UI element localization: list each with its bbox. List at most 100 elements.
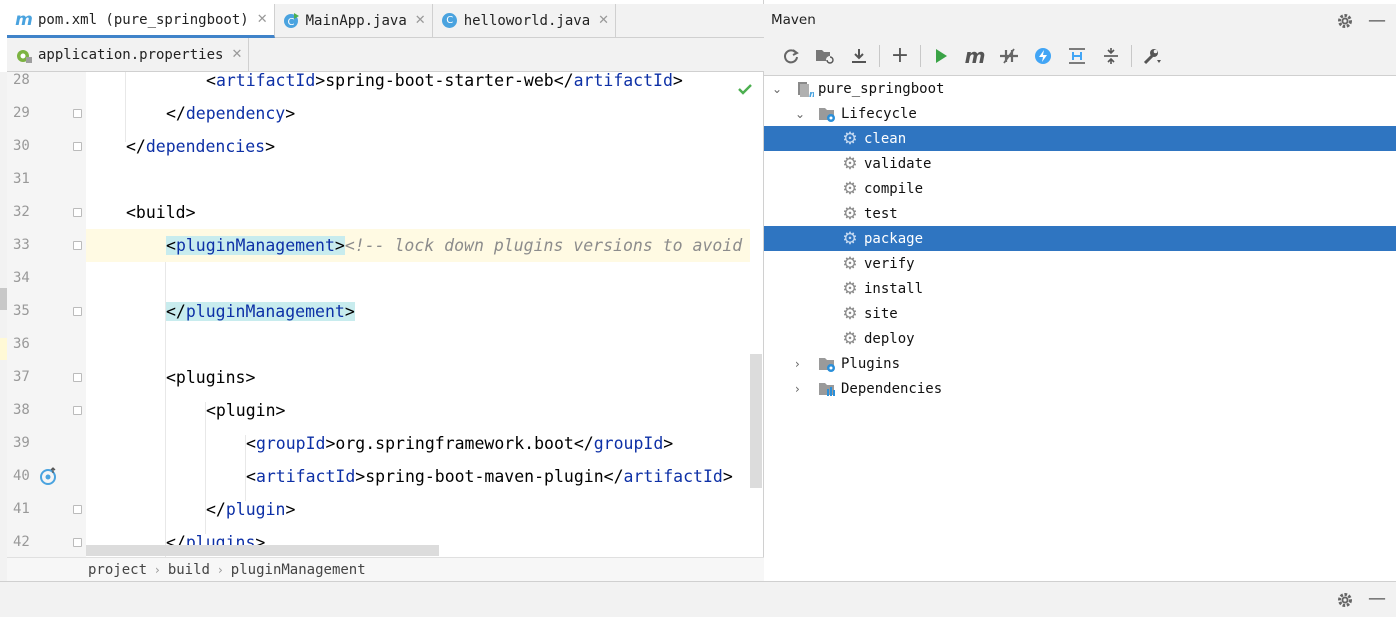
vertical-scrollbar[interactable] [750,354,762,488]
tab-helloworld-java[interactable]: C helloworld.java ✕ [433,4,617,37]
fold-marker-icon[interactable] [73,142,82,151]
scroll-marker [0,288,7,310]
tree-node-plugins[interactable]: › Plugins [764,351,1396,376]
java-class-run-icon: C [283,12,301,30]
code-line-33: <pluginManagement><!-- lock down plugins… [86,229,750,262]
minimize-icon[interactable]: — [1368,588,1386,609]
breadcrumb-item-project[interactable]: project [88,562,147,578]
collapse-all-icon[interactable] [1094,41,1128,71]
gear-icon: ⚙ [842,203,858,224]
breadcrumb-item-build[interactable]: build [168,562,210,578]
add-folder-icon[interactable] [808,41,842,71]
code-editor[interactable]: <artifactId>spring-boot-starter-web</art… [86,72,750,557]
chevron-down-icon[interactable]: ⌄ [795,107,805,121]
tree-node-phase-test[interactable]: ⚙ test [764,201,1396,226]
svg-text:C: C [288,17,295,28]
lifecycle-folder-icon [818,105,836,123]
chevron-down-icon[interactable]: ⌄ [772,82,782,96]
line-number: 41 [13,501,30,517]
code-line-38: <plugin> [206,401,286,420]
minimize-icon[interactable]: — [1368,10,1386,31]
line-number: 30 [13,138,30,154]
tree-node-phase-deploy[interactable]: ⚙ deploy [764,326,1396,351]
tree-node-project[interactable]: ⌄ m pure_springboot [764,76,1396,101]
dependencies-folder-icon [818,380,836,398]
svg-text:m: m [809,90,814,98]
code-line-39: <groupId>org.springframework.boot</group… [246,434,674,453]
line-number: 42 [13,534,30,550]
fold-marker-icon[interactable] [73,373,82,382]
toolbar-separator [920,44,921,67]
fold-marker-icon[interactable] [73,109,82,118]
tree-label: install [864,280,924,297]
gear-icon[interactable] [1336,591,1354,613]
breadcrumb: project › build › pluginManagement [7,557,764,581]
tree-node-phase-site[interactable]: ⚙ site [764,301,1396,326]
tree-node-dependencies[interactable]: › Dependencies [764,376,1396,401]
tree-node-phase-install[interactable]: ⚙ install [764,276,1396,301]
toolbar-separator [879,44,880,67]
gear-icon: ⚙ [842,228,858,249]
skip-tests-icon[interactable] [1026,41,1060,71]
tree-label: test [864,205,898,222]
tab-mainapp-java[interactable]: C MainApp.java ✕ [275,4,433,37]
show-dependencies-icon[interactable] [1060,41,1094,71]
fold-marker-icon[interactable] [73,406,82,415]
line-number: 35 [13,303,30,319]
tree-node-phase-clean[interactable]: ⚙ clean [764,126,1396,151]
fold-marker-icon[interactable] [73,208,82,217]
chevron-right-icon: › [155,562,160,577]
tree-label: clean [864,130,907,147]
tree-node-phase-compile[interactable]: ⚙ compile [764,176,1396,201]
chevron-right-icon[interactable]: › [795,357,800,371]
tree-label: site [864,305,898,322]
plugins-folder-icon [818,355,836,373]
line-number: 28 [13,72,30,88]
tree-node-phase-verify[interactable]: ⚙ verify [764,251,1396,276]
code-line-35: </pluginManagement> [166,302,355,321]
fold-marker-icon[interactable] [73,538,82,547]
fold-marker-icon[interactable] [73,241,82,250]
editor-tab-row: m pom.xml (pure_springboot) ✕ C MainApp.… [7,4,764,38]
toggle-offline-icon[interactable] [992,41,1026,71]
fold-marker-icon[interactable] [73,307,82,316]
close-icon[interactable]: ✕ [415,13,426,28]
code-line-32: <build> [126,203,196,222]
add-icon[interactable]: + [883,41,917,71]
breadcrumb-item-pluginmanagement[interactable]: pluginManagement [231,562,366,578]
horizontal-scrollbar[interactable] [86,545,439,556]
maven-tool-window: Maven — + m ⌄ pure_springboot ⌄ Lifecycl… [764,0,1396,581]
tree-node-phase-package[interactable]: ⚙ package [764,226,1396,251]
override-method-icon[interactable] [39,466,59,490]
chevron-right-icon[interactable]: › [795,382,800,396]
tree-node-phase-validate[interactable]: ⚙ validate [764,151,1396,176]
gear-icon[interactable] [1336,12,1354,34]
line-number-gutter: 28 29 30 31 32 33 34 35 36 37 38 39 40 4… [7,72,86,557]
maven-project-icon: m [796,80,814,98]
close-icon[interactable]: ✕ [598,13,609,28]
current-line-marker [0,338,7,360]
left-edge-strip [0,72,7,581]
tab-pom-xml[interactable]: m pom.xml (pure_springboot) ✕ [7,4,275,38]
download-icon[interactable] [842,41,876,71]
close-icon[interactable]: ✕ [257,12,268,27]
line-number: 29 [13,105,30,121]
line-number: 36 [13,336,30,352]
reload-icon[interactable] [774,41,808,71]
maven-header: Maven — [764,4,1396,36]
line-number: 38 [13,402,30,418]
code-line-41: </plugin> [206,500,296,519]
code-line-40: <artifactId>spring-boot-maven-plugin</ar… [246,467,733,486]
close-icon[interactable]: ✕ [231,47,242,62]
maven-m-icon: m [15,9,33,30]
editor-tab-row-2: application.properties ✕ [7,38,764,72]
tree-node-lifecycle[interactable]: ⌄ Lifecycle [764,101,1396,126]
code-line-37: <plugins> [166,368,256,387]
gear-icon: ⚙ [842,278,858,299]
settings-wrench-icon[interactable] [1135,41,1169,71]
tab-application-properties[interactable]: application.properties ✕ [7,38,250,71]
maven-m-icon[interactable]: m [958,41,992,71]
run-icon[interactable] [924,41,958,71]
tree-label: verify [864,255,915,272]
fold-marker-icon[interactable] [73,505,82,514]
